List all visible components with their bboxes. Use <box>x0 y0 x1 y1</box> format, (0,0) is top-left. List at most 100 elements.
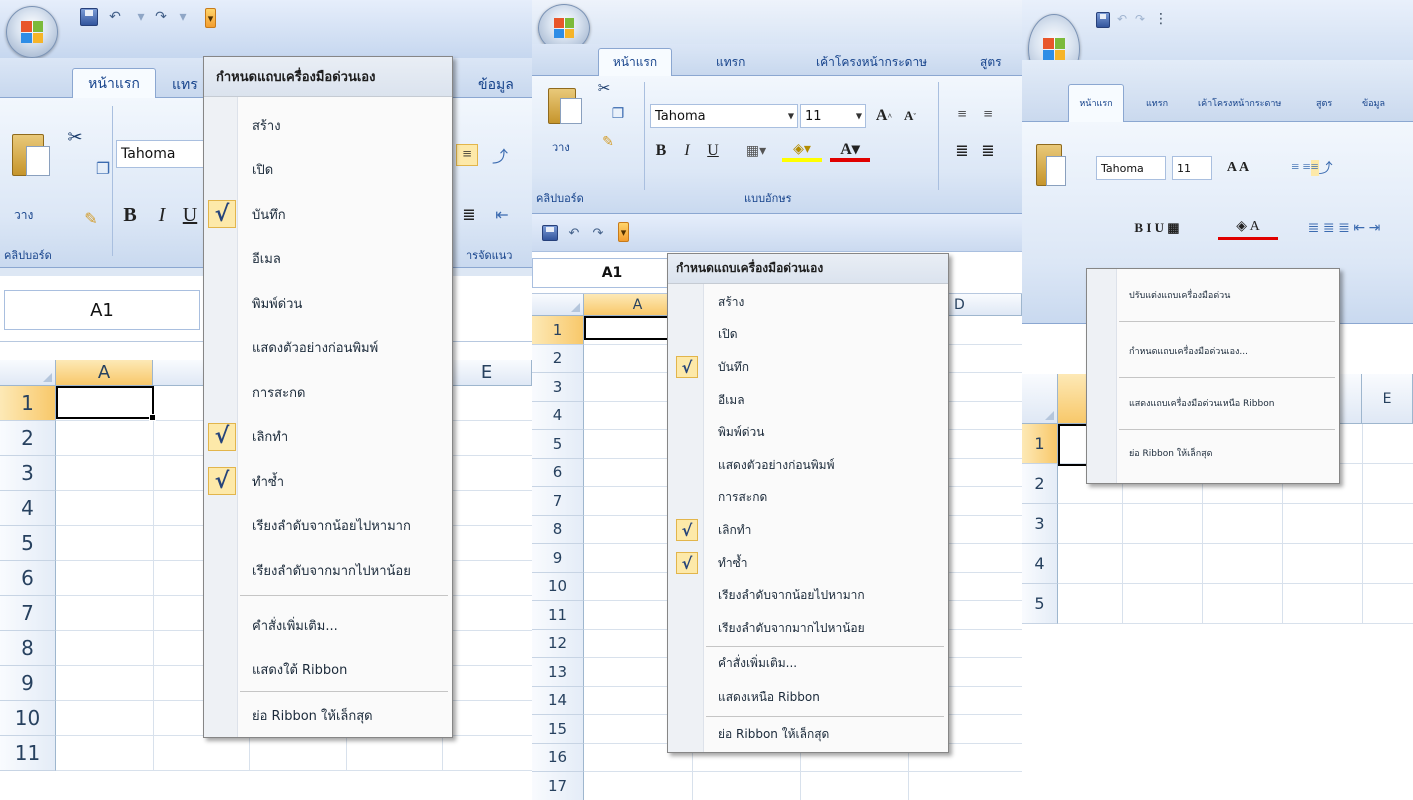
align-right-icon[interactable]: ≡ <box>456 144 478 166</box>
row-header[interactable]: 7 <box>532 487 584 516</box>
row-header[interactable]: 3 <box>532 373 584 402</box>
row-header[interactable]: 11 <box>0 736 56 771</box>
justify-indent-icons[interactable]: ≣ ≣ ≣ ⇤ ⇥ <box>1284 216 1404 240</box>
menu-item[interactable]: อีเมล <box>668 384 948 417</box>
format-painter-icon[interactable]: ✎ <box>80 208 102 230</box>
underline-button[interactable]: U <box>702 140 724 162</box>
bold-button[interactable]: B <box>650 140 672 162</box>
align-middle-icon[interactable]: ≡ <box>976 104 1000 126</box>
select-all-corner[interactable] <box>532 294 584 316</box>
menu-item[interactable]: สร้าง <box>668 286 948 319</box>
font-color-icon[interactable]: A▾ <box>830 140 870 162</box>
menu-item[interactable]: แสดงตัวอย่างก่อนพิมพ์ <box>668 449 948 482</box>
select-all-corner[interactable] <box>0 360 56 386</box>
tab-insert[interactable]: แทร <box>172 74 198 96</box>
italic-button[interactable]: I <box>676 140 698 162</box>
row-header[interactable]: 1 <box>1022 424 1058 464</box>
menu-item[interactable]: แสดงตัวอย่างก่อนพิมพ์ <box>204 326 452 371</box>
copy-icon[interactable]: ❐ <box>608 104 628 124</box>
row-header[interactable]: 17 <box>532 772 584 800</box>
menu-item[interactable]: บันทึก √ <box>668 351 948 384</box>
copy-icon[interactable]: ❐ <box>92 158 114 180</box>
row-header[interactable]: 10 <box>0 701 56 736</box>
row-header[interactable]: 6 <box>0 561 56 596</box>
menu-item[interactable]: พิมพ์ด่วน <box>204 281 452 326</box>
row-header[interactable]: 13 <box>532 658 584 687</box>
menu-item-minimize-ribbon[interactable]: ย่อ Ribbon ให้เล็กสุด <box>668 718 948 750</box>
column-header-e[interactable]: E <box>1362 374 1413 424</box>
orientation-icon[interactable]: ⤴ <box>486 144 514 166</box>
row-header[interactable]: 1 <box>532 316 584 345</box>
menu-item-show-above-ribbon[interactable]: แสดงเหนือ Ribbon <box>668 682 948 712</box>
name-box[interactable]: A1 <box>4 290 200 330</box>
row-header[interactable]: 3 <box>0 456 56 491</box>
menu-item[interactable]: เปิด <box>204 148 452 193</box>
redo-icon[interactable]: ↷ <box>588 224 608 242</box>
row-header[interactable]: 10 <box>532 572 584 601</box>
row-header[interactable]: 2 <box>532 344 584 373</box>
tab-insert[interactable]: แทรก <box>1146 96 1168 110</box>
menu-item-minimize-ribbon[interactable]: ย่อ Ribbon ให้เล็กสุด <box>204 693 452 737</box>
paste-icon[interactable] <box>546 84 586 130</box>
menu-item-customize-qat[interactable]: ปรับแต่งแถบเครื่องมือด่วน <box>1087 277 1339 313</box>
cut-icon[interactable]: ✂ <box>594 78 614 98</box>
row-header[interactable]: 2 <box>1022 464 1058 504</box>
row-header[interactable]: 3 <box>1022 504 1058 544</box>
menu-item-minimize-ribbon[interactable]: ย่อ Ribbon ให้เล็กสุด <box>1087 435 1339 471</box>
fill-font-color-icon[interactable]: ◈ A <box>1218 216 1278 240</box>
customize-qat-icon[interactable]: ▾ <box>618 222 629 242</box>
menu-item[interactable]: การสะกด <box>668 482 948 515</box>
row-header[interactable]: 4 <box>1022 544 1058 584</box>
menu-item[interactable]: ทำซ้ำ √ <box>668 547 948 580</box>
row-header[interactable]: 16 <box>532 743 584 772</box>
menu-item[interactable]: เรียงลำดับจากมากไปหาน้อย <box>668 612 948 645</box>
row-header[interactable]: 2 <box>0 421 56 456</box>
fill-color-icon[interactable]: ◈▾ <box>782 140 822 162</box>
office-button[interactable] <box>6 6 58 58</box>
tab-data[interactable]: ข้อมูล <box>1362 96 1385 110</box>
menu-item-show-above-ribbon[interactable]: แสดงแถบเครื่องมือด่วนเหนือ Ribbon <box>1087 385 1339 421</box>
tab-home[interactable]: หน้าแรก <box>72 68 156 98</box>
tab-home[interactable]: หน้าแรก <box>1068 84 1124 122</box>
menu-item-more-commands[interactable]: คำสั่งเพิ่มเติม... <box>668 648 948 678</box>
undo-icon[interactable]: ↶ <box>564 224 584 242</box>
indent-icon[interactable]: ⇤ <box>488 204 516 226</box>
font-name-combo[interactable]: Tahoma <box>1096 156 1166 180</box>
cut-icon[interactable]: ✂ <box>64 126 86 148</box>
redo-icon[interactable]: ↷ <box>150 8 172 26</box>
tab-page-layout[interactable]: เค้าโครงหน้ากระดาษ <box>1198 96 1281 110</box>
save-icon[interactable] <box>1096 12 1110 28</box>
font-style-buttons[interactable]: B I U ▦ <box>1102 216 1212 240</box>
bold-button[interactable]: B <box>118 202 142 228</box>
shrink-font-button[interactable]: Aˇ <box>898 104 922 128</box>
column-header-a[interactable]: A <box>56 360 153 386</box>
tab-data[interactable]: ข้อมูล <box>478 74 514 96</box>
tab-home[interactable]: หน้าแรก <box>598 48 672 76</box>
row-header[interactable]: 8 <box>0 631 56 666</box>
row-header[interactable]: 9 <box>0 666 56 701</box>
font-name-combo[interactable]: Tahoma ▼ <box>650 104 798 128</box>
row-header[interactable]: 1 <box>0 386 56 421</box>
borders-icon[interactable]: ▦▾ <box>738 140 774 162</box>
menu-item[interactable]: สร้าง <box>204 103 452 148</box>
row-header[interactable]: 12 <box>532 629 584 658</box>
menu-item[interactable]: พิมพ์ด่วน <box>668 416 948 449</box>
redo-icon[interactable]: ↷ <box>1132 10 1148 28</box>
align-left-icon[interactable]: ≣ <box>950 140 974 162</box>
menu-item[interactable]: เรียงลำดับจากน้อยไปหามาก <box>204 504 452 549</box>
row-header[interactable]: 4 <box>0 491 56 526</box>
justify-icon[interactable]: ≣ <box>458 204 480 226</box>
font-size-combo[interactable]: 11 ▼ <box>800 104 866 128</box>
menu-item[interactable]: เรียงลำดับจากมากไปหาน้อย <box>204 548 452 593</box>
undo-dropdown-icon[interactable]: ▾ <box>130 8 152 26</box>
save-icon[interactable] <box>80 8 98 26</box>
row-header[interactable]: 8 <box>532 515 584 544</box>
row-header[interactable]: 5 <box>0 526 56 561</box>
row-header[interactable]: 4 <box>532 401 584 430</box>
menu-item[interactable]: เปิด <box>668 319 948 352</box>
tab-formulas[interactable]: สูตร <box>1316 96 1332 110</box>
underline-button[interactable]: U <box>178 202 202 228</box>
menu-item[interactable]: เลิกทำ √ <box>668 514 948 547</box>
undo-icon[interactable]: ↶ <box>1114 10 1130 28</box>
menu-item[interactable]: อีเมล <box>204 237 452 282</box>
